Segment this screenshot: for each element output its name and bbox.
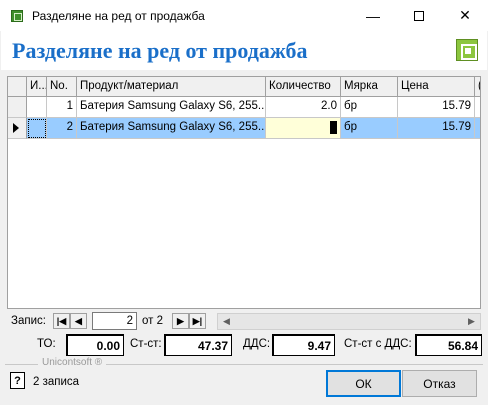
window-title: Разделяне на ред от продажба	[32, 9, 205, 23]
minimize-button[interactable]: —	[350, 0, 396, 31]
header-banner: Разделяне на ред от продажба	[1, 31, 487, 70]
logo-icon	[456, 39, 478, 61]
brand-label: Unicontsoft ®	[38, 357, 107, 368]
next-record-button[interactable]: ▶	[172, 313, 189, 329]
app-icon	[11, 10, 23, 22]
cell-quantity-editor[interactable]	[266, 118, 341, 139]
table-row[interactable]: 1 Батерия Samsung Galaxy S6, 255... 2.0 …	[8, 97, 480, 118]
scroll-right-icon[interactable]: ▶	[463, 314, 480, 329]
cell-price[interactable]: 15.79	[398, 97, 475, 118]
records-count: 2 записа	[33, 376, 80, 388]
cell-quantity[interactable]: 2.0	[266, 97, 341, 118]
grid-header: И... No. Продукт/материал Количество Мяр…	[8, 77, 480, 97]
total-value: 56.84	[415, 334, 482, 356]
cell-product[interactable]: Батерия Samsung Galaxy S6, 255...	[77, 118, 266, 139]
subtotal-label: Ст-ст:	[130, 338, 162, 350]
record-navigator: Запис: |◀ ◀ 2 от 2 ▶ ▶| ◀ ▶	[7, 311, 481, 331]
total-label: Ст-ст с ДДС:	[344, 338, 412, 350]
scroll-left-icon[interactable]: ◀	[218, 314, 235, 329]
cell-no[interactable]: 1	[47, 97, 77, 118]
record-number-input[interactable]: 2	[92, 312, 137, 330]
cell-price[interactable]: 15.79	[398, 118, 475, 139]
prev-record-button[interactable]: ◀	[70, 313, 87, 329]
maximize-button[interactable]	[396, 0, 442, 31]
header-col-quantity[interactable]: Количество	[266, 77, 341, 97]
record-count: от 2	[142, 315, 164, 327]
cell-product[interactable]: Батерия Samsung Galaxy S6, 255...	[77, 97, 266, 118]
maximize-icon	[414, 10, 424, 21]
header-col-i[interactable]: И...	[27, 77, 47, 97]
header-col-price[interactable]: Цена	[398, 77, 475, 97]
cell-unit[interactable]: бр	[341, 118, 398, 139]
cancel-button[interactable]: Отказ	[402, 370, 477, 397]
page-title: Разделяне на ред от продажба	[12, 38, 308, 63]
cell-more[interactable]	[475, 118, 480, 139]
table-row-selected[interactable]: 2 Батерия Samsung Galaxy S6, 255... бр 1…	[8, 118, 480, 139]
cell-no[interactable]: 2	[47, 118, 77, 139]
title-bar: Разделяне на ред от продажба — ✕	[0, 0, 488, 31]
cell-i[interactable]	[27, 97, 47, 118]
horizontal-scrollbar[interactable]: ◀ ▶	[217, 313, 481, 330]
ok-button[interactable]: ОК	[326, 370, 401, 397]
last-record-button[interactable]: ▶|	[189, 313, 206, 329]
record-label: Запис:	[11, 315, 46, 327]
header-col-more[interactable]: (	[475, 77, 480, 97]
help-icon[interactable]: ?	[10, 372, 25, 389]
cell-i[interactable]	[27, 118, 47, 139]
cell-more[interactable]	[475, 97, 480, 118]
header-col-unit[interactable]: Мярка	[341, 77, 398, 97]
lines-grid[interactable]: И... No. Продукт/материал Количество Мяр…	[7, 76, 481, 309]
current-row-arrow-icon	[13, 123, 19, 133]
totals-bar: ТО: 0.00 Ст-ст: 47.37 ДДС: 9.47 Ст-ст с …	[0, 333, 488, 357]
to-value: 0.00	[66, 334, 124, 356]
row-indicator	[8, 118, 27, 139]
header-col-no[interactable]: No.	[47, 77, 77, 97]
first-record-button[interactable]: |◀	[53, 313, 70, 329]
text-caret	[330, 121, 337, 134]
to-label: ТО:	[37, 338, 56, 350]
subtotal-value: 47.37	[164, 334, 232, 356]
header-col-product[interactable]: Продукт/материал	[77, 77, 266, 97]
cell-unit[interactable]: бр	[341, 97, 398, 118]
vat-value: 9.47	[272, 334, 335, 356]
header-indicator	[8, 77, 27, 97]
row-indicator	[8, 97, 27, 118]
vat-label: ДДС:	[243, 338, 271, 350]
close-button[interactable]: ✕	[442, 0, 488, 31]
